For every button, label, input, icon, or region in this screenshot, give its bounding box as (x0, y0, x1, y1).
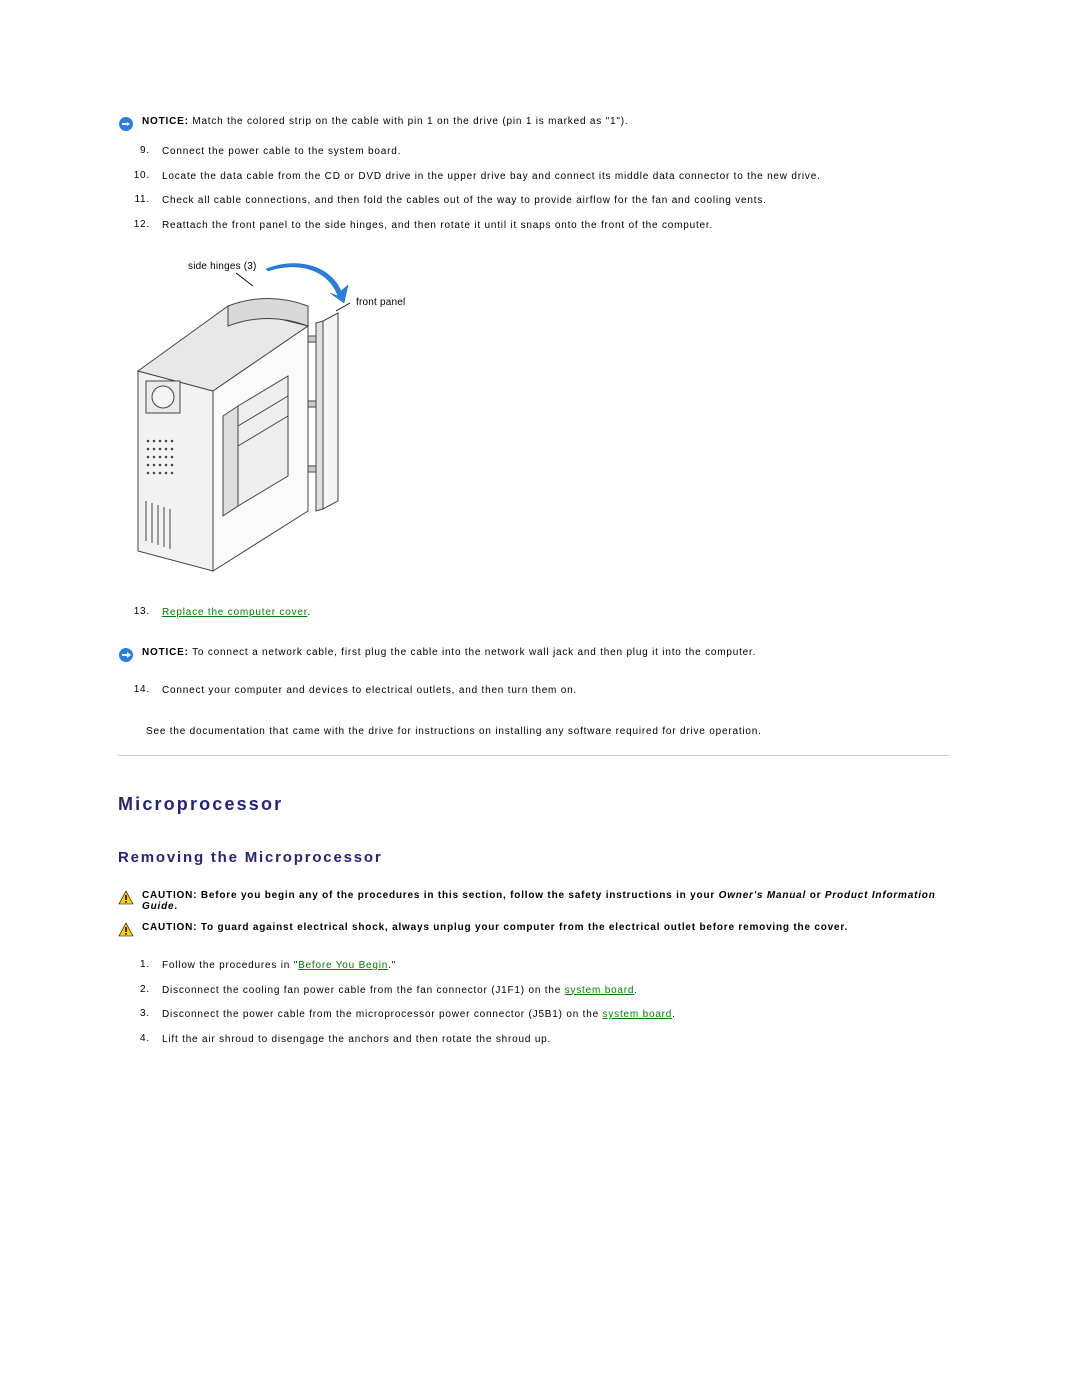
notice-icon (118, 116, 134, 135)
callout-side-hinges: side hinges (3) (188, 261, 257, 272)
notice-network-cable: NOTICE: To connect a network cable, firs… (118, 647, 950, 666)
section-heading-microprocessor: Microprocessor (118, 794, 950, 815)
step-tail: ." (388, 960, 396, 971)
system-board-link[interactable]: system board (603, 1009, 673, 1020)
caution-safety-instructions: CAUTION: Before you begin any of the pro… (118, 890, 950, 912)
step-tail: . (634, 985, 638, 996)
step-3: 3. Disconnect the power cable from the m… (126, 1008, 950, 1023)
step-number: 11. (126, 194, 150, 205)
caution-body: CAUTION: Before you begin any of the pro… (142, 890, 950, 912)
step-number: 4. (126, 1033, 150, 1044)
caution-icon (118, 922, 134, 941)
caution-tail: . (174, 901, 178, 912)
step-number: 1. (126, 959, 150, 970)
before-you-begin-link[interactable]: Before You Begin (298, 960, 388, 971)
caution-text: To guard against electrical shock, alway… (201, 922, 848, 933)
step-4: 4. Lift the air shroud to disengage the … (126, 1033, 950, 1048)
step-2: 2. Disconnect the cooling fan power cabl… (126, 984, 950, 999)
caution-pre: Before you begin any of the procedures i… (201, 890, 719, 901)
step-text: Lift the air shroud to disengage the anc… (162, 1033, 950, 1048)
step-number: 14. (126, 684, 150, 695)
caution-mid: or (806, 890, 825, 901)
step-number: 2. (126, 984, 150, 995)
step-11: 11. Check all cable connections, and the… (126, 194, 950, 209)
caution-icon (118, 890, 134, 909)
step-9: 9. Connect the power cable to the system… (126, 145, 950, 160)
notice-body: NOTICE: Match the colored strip on the c… (142, 116, 628, 127)
step-14: 14. Connect your computer and devices to… (126, 684, 950, 699)
step-tail: . (307, 607, 311, 618)
replace-cover-link[interactable]: Replace the computer cover (162, 607, 307, 618)
step-body: Follow the procedures in "Before You Beg… (162, 959, 950, 974)
computer-case-diagram: side hinges (3) front panel (118, 251, 438, 581)
step-body: Replace the computer cover. (162, 606, 950, 621)
system-board-link[interactable]: system board (565, 985, 635, 996)
callout-front-panel: front panel (356, 297, 405, 308)
step-text: Reattach the front panel to the side hin… (162, 219, 950, 234)
step-pre: Disconnect the power cable from the micr… (162, 1009, 603, 1020)
step-number: 9. (126, 145, 150, 156)
notice-label: NOTICE: (142, 116, 189, 127)
steps-9-12: 9. Connect the power cable to the system… (118, 145, 950, 233)
caution-electrical-shock: CAUTION: To guard against electrical sho… (118, 922, 950, 941)
steps-1-4: 1. Follow the procedures in "Before You … (118, 959, 950, 1047)
step-body: Disconnect the cooling fan power cable f… (162, 984, 950, 999)
step-10: 10. Locate the data cable from the CD or… (126, 170, 950, 185)
step-text: Check all cable connections, and then fo… (162, 194, 950, 209)
figure-front-panel: side hinges (3) front panel (118, 251, 950, 584)
caution-body: CAUTION: To guard against electrical sho… (142, 922, 848, 933)
step-text: Connect your computer and devices to ele… (162, 684, 950, 699)
step-1: 1. Follow the procedures in "Before You … (126, 959, 950, 974)
notice-text: Match the colored strip on the cable wit… (192, 116, 628, 127)
step-number: 10. (126, 170, 150, 181)
subsection-heading-removing: Removing the Microprocessor (118, 849, 950, 866)
step-number: 12. (126, 219, 150, 230)
step-pre: Disconnect the cooling fan power cable f… (162, 985, 565, 996)
section-divider (118, 755, 950, 756)
step-pre: Follow the procedures in " (162, 960, 298, 971)
step-text: Connect the power cable to the system bo… (162, 145, 950, 160)
caution-em1: Owner's Manual (719, 890, 806, 901)
step-tail: . (672, 1009, 676, 1020)
notice-body: NOTICE: To connect a network cable, firs… (142, 647, 756, 658)
step-body: Disconnect the power cable from the micr… (162, 1008, 950, 1023)
step-12: 12. Reattach the front panel to the side… (126, 219, 950, 234)
notice-icon (118, 647, 134, 666)
step-number: 13. (126, 606, 150, 617)
notice-text: To connect a network cable, first plug t… (192, 647, 756, 658)
caution-label: CAUTION: (142, 890, 197, 901)
caution-label: CAUTION: (142, 922, 197, 933)
closing-text: See the documentation that came with the… (146, 726, 950, 737)
step-13: 13. Replace the computer cover. (126, 606, 950, 621)
step-number: 3. (126, 1008, 150, 1019)
notice-pin1: NOTICE: Match the colored strip on the c… (118, 116, 950, 135)
notice-label: NOTICE: (142, 647, 189, 658)
step-text: Locate the data cable from the CD or DVD… (162, 170, 950, 185)
